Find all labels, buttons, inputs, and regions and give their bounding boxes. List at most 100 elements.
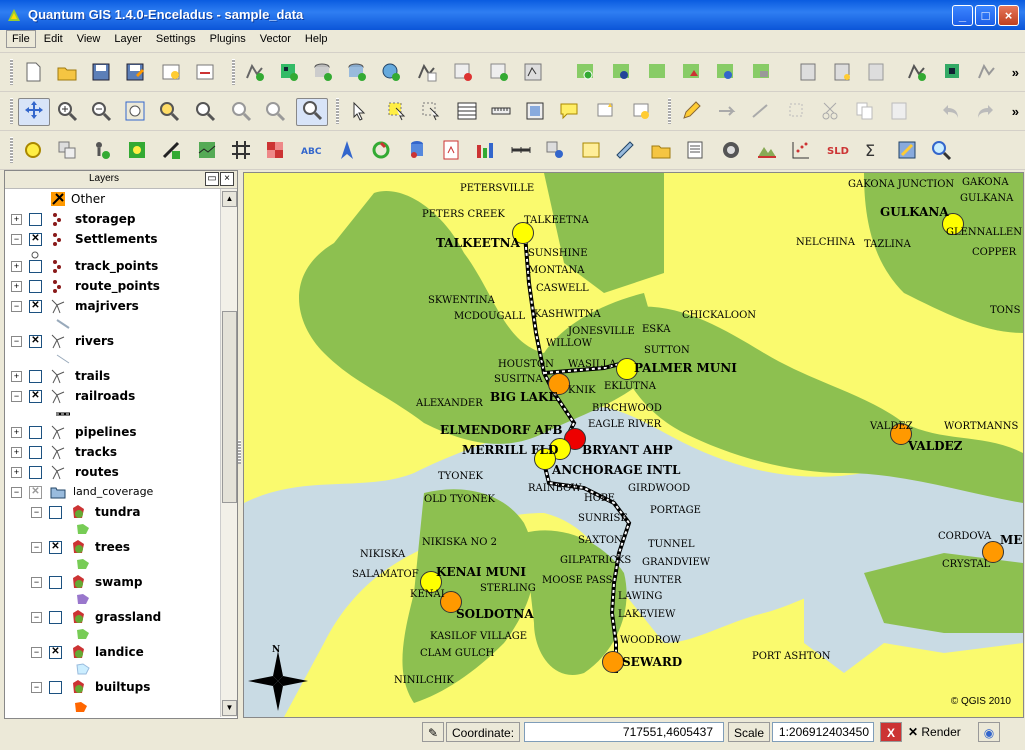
layer-checkbox[interactable]: ✕	[29, 335, 42, 348]
toolbar-grip[interactable]	[336, 98, 339, 124]
print-composer-manager-icon[interactable]	[194, 61, 218, 83]
collapse-icon[interactable]: −	[11, 301, 22, 312]
table-3-icon[interactable]	[866, 61, 890, 83]
zoom-selection-icon[interactable]	[158, 100, 182, 122]
panel-splitter[interactable]	[238, 440, 241, 464]
expand-icon[interactable]: +	[11, 214, 22, 225]
menu-view[interactable]: View	[71, 30, 107, 48]
gps-tools-icon[interactable]	[22, 139, 46, 161]
toolbar-grip[interactable]	[668, 98, 671, 124]
collapse-icon[interactable]: −	[11, 391, 22, 402]
layer-item-tundra[interactable]: − tundra	[5, 504, 220, 522]
maximize-button[interactable]: □	[975, 5, 996, 26]
capture-point-icon[interactable]	[716, 100, 740, 122]
undock-panel-icon[interactable]: ▭	[205, 172, 219, 186]
raster-digitize-icon[interactable]	[942, 61, 966, 83]
collapse-icon[interactable]: −	[11, 487, 22, 498]
capture-polygon-icon[interactable]	[786, 100, 810, 122]
collapse-icon[interactable]: −	[31, 507, 42, 518]
layer-item-rivers[interactable]: − ✕ rivers	[5, 333, 220, 351]
open-project-icon[interactable]	[56, 61, 80, 83]
attribute-table-icon[interactable]	[456, 100, 480, 122]
layer-checkbox[interactable]	[49, 611, 62, 624]
new-vector-layer-icon[interactable]	[416, 61, 440, 83]
python-console-icon[interactable]	[720, 139, 744, 161]
airport-marker[interactable]	[602, 651, 624, 673]
close-button[interactable]: ×	[998, 5, 1019, 26]
layer-checkbox[interactable]: ✕	[49, 541, 62, 554]
menu-plugins[interactable]: Plugins	[204, 30, 252, 48]
delimited-text-icon[interactable]	[90, 139, 114, 161]
layer-checkbox[interactable]	[29, 280, 42, 293]
identify-features-icon[interactable]	[350, 100, 374, 122]
zoom-actual-size-icon[interactable]	[296, 98, 328, 126]
graticule-icon[interactable]	[230, 139, 254, 161]
projection-status-icon[interactable]: ◉	[978, 722, 1000, 742]
collapse-icon[interactable]: −	[11, 336, 22, 347]
table-1-icon[interactable]	[798, 61, 822, 83]
collapse-icon[interactable]: −	[31, 577, 42, 588]
database-icon[interactable]	[406, 139, 430, 161]
zoom-full-icon[interactable]	[124, 100, 148, 122]
vector-edit-icon[interactable]	[976, 61, 1000, 83]
add-vector-layer-icon[interactable]	[244, 61, 268, 83]
layer-item-railroads[interactable]: − ✕ railroads	[5, 388, 220, 406]
toolbar-grip[interactable]	[10, 137, 13, 163]
layer-checkbox[interactable]: ✕	[29, 300, 42, 313]
layer-checkbox[interactable]	[29, 213, 42, 226]
expand-icon[interactable]: +	[11, 281, 22, 292]
toolbar-grip[interactable]	[10, 59, 13, 85]
label-tool-icon[interactable]: ABC	[300, 139, 324, 161]
render-checkbox[interactable]: ✕ Render	[904, 722, 974, 742]
zoom-layer-icon[interactable]	[194, 100, 218, 122]
layer-checkbox[interactable]: ✕	[29, 486, 42, 499]
spit-icon[interactable]	[544, 139, 568, 161]
table-2-icon[interactable]	[832, 61, 856, 83]
zoom-last-icon[interactable]	[230, 100, 254, 122]
raster-style-icon[interactable]	[474, 139, 498, 161]
heatmap-icon[interactable]	[264, 139, 288, 161]
new-project-icon[interactable]	[22, 61, 46, 83]
coordinate-field[interactable]: 717551,4605437	[524, 722, 724, 742]
collapse-icon[interactable]: −	[31, 682, 42, 693]
layer-item-track-points[interactable]: + track_points	[5, 258, 220, 276]
coordinate-capture-icon[interactable]	[56, 139, 80, 161]
layer-item-settlements[interactable]: − ✕ Settlements	[5, 231, 220, 249]
menu-vector[interactable]: Vector	[254, 30, 297, 48]
folder-icon[interactable]	[650, 139, 674, 161]
zoom-in-icon[interactable]	[56, 100, 80, 122]
expand-icon[interactable]: +	[11, 427, 22, 438]
menu-layer[interactable]: Layer	[108, 30, 148, 48]
map-tips-icon[interactable]	[558, 100, 582, 122]
add-postgis-layer-icon[interactable]	[312, 61, 336, 83]
map-canvas[interactable]: PETERSVILLE PETERS CREEK TALKEETNA TALKE…	[243, 172, 1024, 718]
expand-icon[interactable]: +	[11, 261, 22, 272]
close-panel-icon[interactable]: ×	[220, 172, 234, 186]
layer-item-pipelines[interactable]: + pipelines	[5, 424, 220, 442]
layer-item-other[interactable]: Other	[5, 191, 220, 209]
toolbar-grip[interactable]	[232, 59, 235, 85]
layer-item-trails[interactable]: + trails	[5, 368, 220, 386]
vector-overview-icon[interactable]	[522, 61, 546, 83]
layer-item-trees[interactable]: − ✕ trees	[5, 539, 220, 557]
layer-item-landice[interactable]: − ✕ landice	[5, 644, 220, 662]
collapse-icon[interactable]: −	[31, 647, 42, 658]
undo-icon[interactable]	[940, 100, 964, 122]
paste-features-icon[interactable]	[888, 100, 912, 122]
terrain-icon[interactable]	[756, 139, 780, 161]
new-print-composer-icon[interactable]	[160, 61, 184, 83]
layer-checkbox[interactable]	[29, 466, 42, 479]
map-info-icon[interactable]	[610, 61, 634, 83]
add-map-icon[interactable]	[574, 61, 598, 83]
layer-item-majrivers[interactable]: − ✕ majrivers	[5, 298, 220, 316]
remove-layer-icon[interactable]	[452, 61, 476, 83]
collapse-icon[interactable]: −	[11, 234, 22, 245]
search-icon[interactable]	[930, 139, 954, 161]
layer-checkbox[interactable]: ✕	[29, 390, 42, 403]
dxf2shp-icon[interactable]	[160, 139, 184, 161]
menu-file[interactable]: File	[6, 30, 36, 48]
toolbar-overflow-icon[interactable]: »	[1012, 65, 1019, 80]
add-raster-layer-icon[interactable]	[278, 61, 302, 83]
coordinate-toggle-icon[interactable]: ✎	[422, 722, 444, 742]
layer-checkbox[interactable]	[29, 426, 42, 439]
